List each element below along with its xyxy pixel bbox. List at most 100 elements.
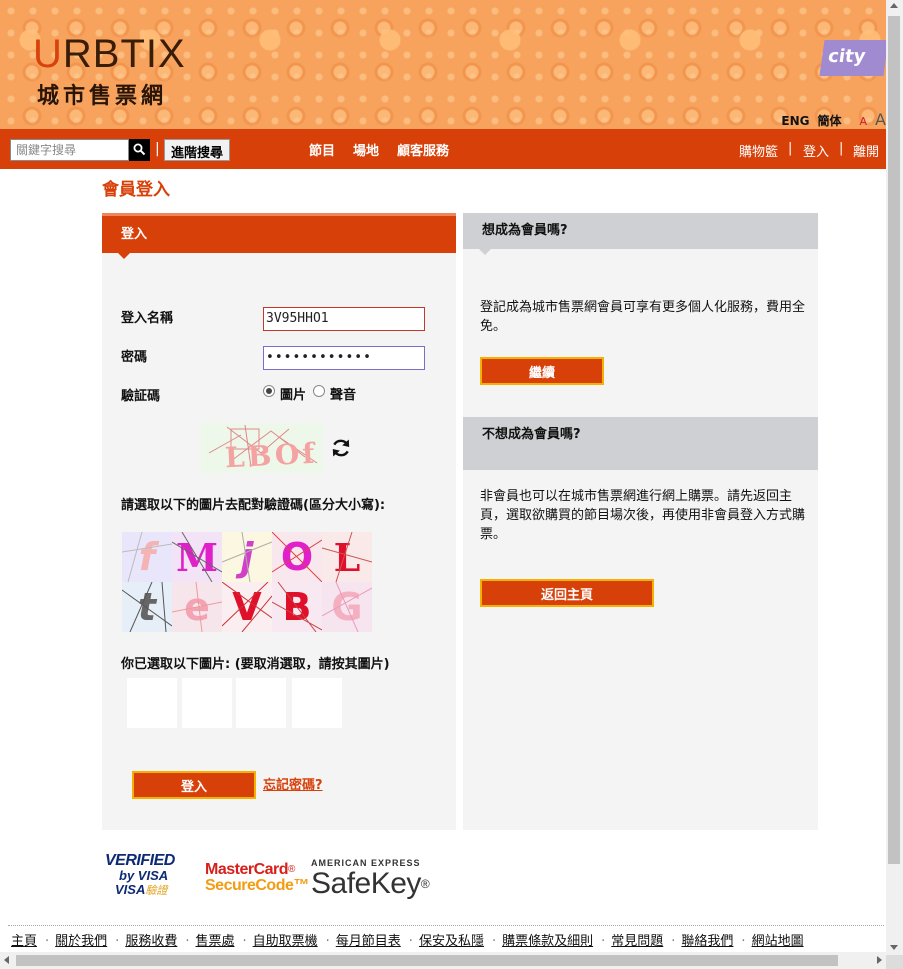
tile-noise [172,532,222,582]
vertical-scrollbar[interactable] [886,0,903,955]
captcha-text: LBOf [224,436,319,473]
page-title: 會員登入 [102,180,170,200]
nav-separator: | [788,141,793,156]
login-panel: 登入 登入名稱 3V95HHO1 密碼 •••••••••••• 驗証碼 圖片 … [102,213,456,830]
login-button[interactable]: 登入 [132,771,256,799]
refresh-icon[interactable] [330,437,352,459]
language-bar: ENG 簡体 A A [781,110,886,129]
scroll-up-icon[interactable] [890,3,898,8]
tile-noise [122,532,172,582]
advanced-search-button[interactable]: 進階搜尋 [164,139,231,161]
captcha-audio-radio[interactable] [313,385,325,397]
footer-link-terms[interactable]: 購票條款及細則 [502,934,593,949]
selected-slot[interactable] [292,678,342,728]
search-icon [133,143,146,156]
footer-link-sitemap[interactable]: 網站地圖 [752,934,804,949]
footer-separator: · [741,934,746,949]
nav-separator: | [839,141,844,156]
tile-noise [222,532,272,582]
nav-logout-link[interactable]: 離開 [853,141,879,160]
footer-link-monthly[interactable]: 每月節目表 [336,934,401,949]
visa-logo-line3: VISA驗證 [115,883,177,898]
amex-logo-reg: ® [420,877,430,891]
captcha-tile[interactable]: t [122,582,172,632]
nav-login-link[interactable]: 登入 [803,141,829,160]
continue-button[interactable]: 繼續 [480,357,604,385]
nav-cart-link[interactable]: 購物籃 [739,141,778,160]
visa-logo-line2: by VISA [119,868,169,883]
scroll-down-icon[interactable] [890,945,898,950]
vertical-scroll-thumb[interactable] [888,16,900,864]
footer-separator: · [45,934,50,949]
footer-link-faq[interactable]: 常見問題 [611,934,663,949]
login-panel-header: 登入 [102,213,456,259]
selected-slot[interactable] [236,678,286,728]
selected-slot[interactable] [182,678,232,728]
captcha-audio-radio-label[interactable]: 聲音 [330,384,356,403]
captcha-tile[interactable]: M [172,532,222,582]
captcha-tile[interactable]: j [222,532,272,582]
nav-link-customer-service[interactable]: 顧客服務 [397,140,449,159]
selected-slot[interactable] [127,678,177,728]
captcha-tile[interactable]: O [272,532,322,582]
scroll-right-icon[interactable] [877,956,882,964]
back-to-home-button[interactable]: 返回主頁 [480,579,654,607]
username-field[interactable]: 3V95HHO1 [263,307,425,331]
font-size-small-button[interactable]: A [860,115,868,128]
visa-logo-line1: VERIFIED [105,852,175,869]
captcha-tile[interactable]: f [122,532,172,582]
mastercard-logo-reg: ® [288,864,295,875]
mastercard-logo-brand: MasterCard [205,861,289,878]
captcha-tile[interactable]: e [172,582,222,632]
footer-separator: · [408,934,413,949]
font-size-large-button[interactable]: A [875,110,886,129]
search-button[interactable] [129,139,150,161]
footer-link-fees[interactable]: 服務收費 [125,934,177,949]
nav-link-programmes[interactable]: 節目 [309,140,335,159]
forgot-password-link[interactable]: 忘記密碼? [263,774,323,793]
nav-link-venues[interactable]: 場地 [353,140,379,159]
lang-sc-link[interactable]: 簡体 [818,112,842,129]
footer-separator: · [671,934,676,949]
footer-link-about[interactable]: 關於我們 [55,934,107,949]
captcha-image-radio-label[interactable]: 圖片 [280,384,306,403]
search-input[interactable] [10,139,129,161]
urbtix-logo[interactable]: URBTIX 城市售票網 [33,34,186,110]
visa-logo-zh: 驗證 [145,885,168,897]
password-field[interactable]: •••••••••••• [263,346,425,370]
captcha-image-radio[interactable] [263,385,275,397]
footer-link-home[interactable]: 主頁 [11,934,37,949]
username-label: 登入名稱 [121,311,174,326]
captcha-tile[interactable]: B [272,582,322,632]
tile-noise [122,582,172,632]
tile-noise [222,582,272,632]
lang-eng-link[interactable]: ENG [781,114,809,128]
mastercard-logo-tm: ™ [293,877,309,894]
footer-separator: · [115,934,120,949]
selected-instruction: 你已選取以下圖片: (要取消選取，請按其圖片) [121,657,390,672]
footer-link-kiosks[interactable]: 自助取票機 [253,934,318,949]
site-header: URBTIX 城市售票網 city ENG 簡体 A A [0,0,889,129]
footer-link-outlets[interactable]: 售票處 [195,934,234,949]
footer-link-privacy[interactable]: 保安及私隱 [419,934,484,949]
cityline-logo[interactable]: city [819,40,889,76]
non-member-panel: 不想成為會員嗎? 非會員也可以在城市售票網進行網上購票。請先返回主頁，選取欲購買… [463,417,818,830]
visa-logo-brand: VISA [115,882,146,897]
footer-link-contact[interactable]: 聯絡我們 [681,934,733,949]
scroll-left-icon[interactable] [4,956,9,964]
mastercard-logo-line2: SecureCode™ [205,878,309,894]
captcha-tile[interactable]: G [322,582,372,632]
horizontal-scroll-thumb[interactable] [16,955,838,966]
horizontal-scrollbar[interactable] [0,952,886,969]
footer-separator: · [242,934,247,949]
footer-links: 主頁 · 關於我們 · 服務收費 · 售票處 · 自助取票機 · 每月節目表 · 保安及私隱 · 購票條款及… [11,930,804,949]
login-panel-title: 登入 [121,227,148,242]
mastercard-logo-securecode: SecureCode [205,877,294,894]
captcha-tile[interactable]: L [322,532,372,582]
choose-instruction: 請選取以下的圖片去配對驗證碼(區分大小寫): [121,498,386,513]
tile-noise [322,532,372,582]
mastercard-logo-line1: MasterCard® [205,862,309,878]
logo-chinese: 城市售票網 [37,84,168,109]
non-member-title: 不想成為會員嗎? [482,427,581,442]
captcha-tile[interactable]: V [222,582,272,632]
